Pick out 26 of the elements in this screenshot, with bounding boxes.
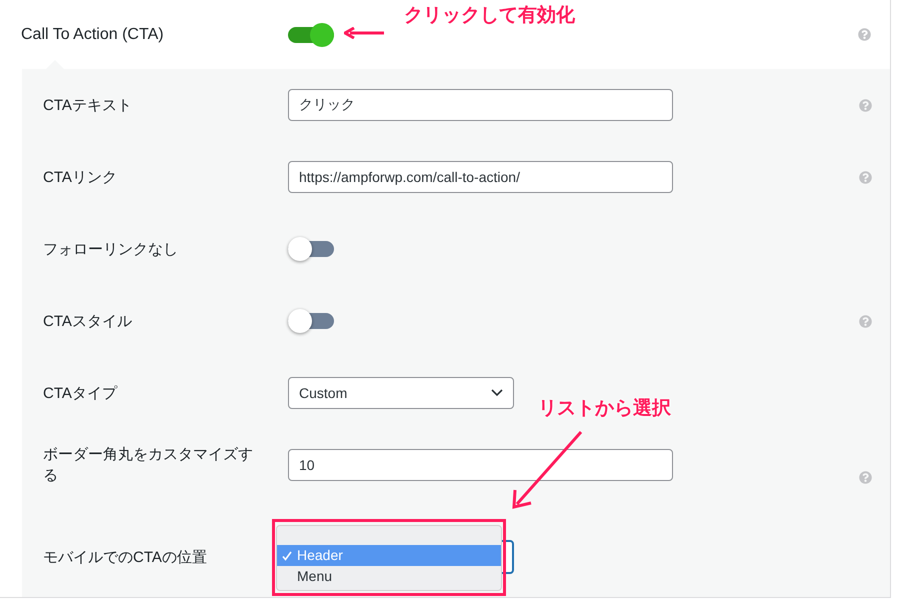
help-icon[interactable] [858,28,871,41]
field-label: フォローリンクなし [43,240,179,260]
annotation-text: クリックして有効化 [404,4,575,28]
chevron-down-icon [491,389,503,397]
field-label: CTAリンク [43,168,118,188]
checkmark-icon [282,550,292,560]
field-label: モバイルでのCTAの位置 [43,548,208,568]
toggle-switch[interactable] [288,237,334,261]
help-icon[interactable] [859,314,872,328]
text-field[interactable]: https://ampforwp.com/call-to-action/ [288,161,673,193]
annotation-arrow [344,27,384,39]
field-label: CTAスタイル [43,312,133,332]
help-icon[interactable] [859,470,872,484]
select-field[interactable]: Custom [288,377,514,409]
section-title: Call To Action (CTA) [21,24,165,44]
text-field[interactable]: クリック [288,89,673,121]
help-icon[interactable] [859,98,872,112]
dropdown-option[interactable]: Menu [277,566,501,587]
field-label: ボーダー角丸をカスタマイズする [43,445,254,486]
text-field[interactable]: 10 [288,449,673,481]
toggle-switch[interactable] [288,309,334,333]
toggle-switch[interactable] [288,22,334,46]
field-label: CTAテキスト [43,96,133,116]
field-label: CTAタイプ [43,384,118,404]
help-icon[interactable] [859,170,872,184]
annotation-text: リストから選択 [538,397,671,421]
